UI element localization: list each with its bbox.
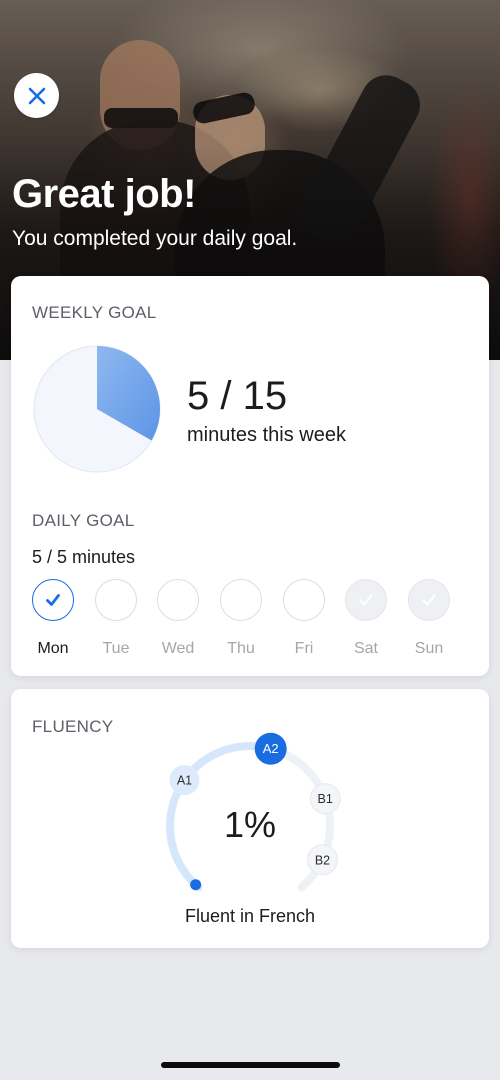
home-indicator[interactable] [161,1062,340,1068]
day-label: Wed [161,640,195,657]
day-label: Sat [353,640,378,657]
hero-subtitle: You completed your daily goal. [12,227,298,250]
day-circle [220,579,262,621]
day-circle [408,579,450,621]
fluency-percent: 1% [223,804,277,845]
fluency-level-b2: B2 [307,844,338,876]
day-label: Fri [294,640,314,657]
day-circle [283,579,325,621]
fluency-level-a1: A1 [169,765,200,796]
fluency-card: FLUENCY A1 A2 B1 B2 1% Fluent in French [11,689,489,948]
checkmark-icon [359,594,373,606]
day-item: Thu [219,579,263,658]
day-label: Tue [102,640,130,657]
daily-goal-value: 5 / 5 minutes [32,547,136,567]
day-item: Wed [156,579,200,658]
day-item: Sat [344,579,388,658]
daily-goal-label: DAILY GOAL [32,511,135,530]
day-streak-row: Mon Tue Wed Thu Fri Sat Sun [11,579,489,659]
day-item: Fri [282,579,326,658]
fluency-progress-marker [190,879,202,891]
day-label: Thu [227,640,255,657]
day-circle [157,579,199,621]
fluency-level-a2: A2 [254,732,287,765]
day-label: Sun [414,640,444,657]
goals-card: WEEKLY GOAL 5 / 15 minutes this week DAI… [11,276,489,676]
checkmark-icon [422,594,436,606]
weekly-goal-unit: minutes this week [187,424,346,446]
close-button[interactable] [14,73,59,118]
day-circle [345,579,387,621]
day-item: Tue [94,579,138,658]
fluency-level-label: A1 [177,774,192,788]
hero-title: Great job! [12,172,196,216]
day-label: Mon [37,640,69,657]
day-item: Sun [407,579,451,658]
checkmark-icon [46,594,60,606]
day-item: Mon [31,579,75,658]
day-circle [32,579,74,621]
close-icon [28,87,45,104]
weekly-goal-value: 5 / 15 [187,374,288,418]
weekly-goal-label: WEEKLY GOAL [32,303,157,322]
fluency-level-label: B2 [315,853,330,867]
fluency-target: Fluent in French [184,906,316,926]
day-circle [95,579,137,621]
fluency-level-label: A2 [263,741,279,756]
weekly-goal-pie [33,345,161,473]
